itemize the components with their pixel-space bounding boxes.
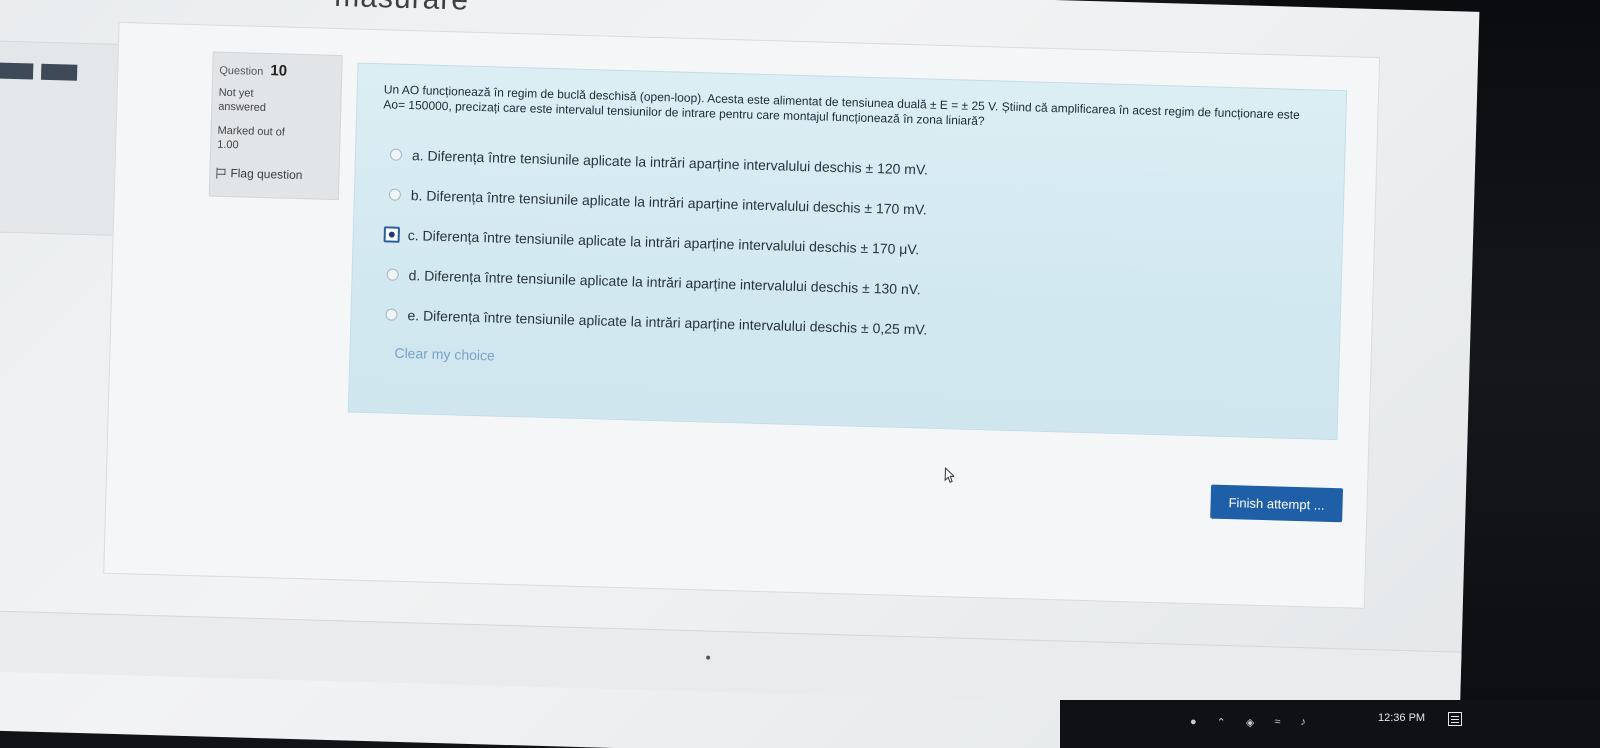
- page-title: măsurare: [334, 0, 470, 18]
- radio-button-selected[interactable]: [383, 226, 400, 243]
- question-grade: Marked out of 1.00: [217, 124, 334, 155]
- question-word: Question: [219, 64, 264, 78]
- page-footer: [0, 609, 1462, 713]
- taskbar-clock[interactable]: 12:36 PM: [1378, 712, 1425, 724]
- answer-label: a. Diferența între tensiunile aplicate l…: [411, 147, 929, 178]
- flag-icon: [216, 167, 226, 178]
- question-info-box: Question 10 Not yet answered Marked out …: [208, 51, 343, 201]
- radio-button[interactable]: [386, 268, 399, 281]
- flag-label: Flag question: [230, 166, 303, 183]
- answer-label: b. Diferența între tensiunile aplicate l…: [410, 187, 928, 218]
- finish-attempt-button[interactable]: Finish attempt ...: [1210, 484, 1344, 523]
- chevron-up-icon[interactable]: ⌃: [1217, 716, 1226, 729]
- notification-icon[interactable]: [1448, 712, 1462, 726]
- radio-button[interactable]: [388, 188, 402, 201]
- answer-label: c. Diferența între tensiunile aplicate l…: [407, 227, 920, 258]
- question-heading: Question 10: [219, 61, 335, 81]
- system-tray: ● ⌃ ◈ ≈ ♪: [1190, 716, 1306, 729]
- question-content: Un AO funcționează în regim de buclă des…: [347, 62, 1348, 441]
- volume-icon[interactable]: ♪: [1300, 716, 1306, 729]
- answer-list: a. Diferența între tensiunile aplicate l…: [383, 135, 1322, 361]
- answer-label: d. Diferența între tensiunile aplicate l…: [408, 267, 921, 298]
- radio-button[interactable]: [385, 308, 398, 321]
- taskbar: [1060, 700, 1600, 748]
- browser-screen: măsurare Question 10 Not yet answered Ma…: [0, 0, 1480, 748]
- network-icon[interactable]: ◈: [1246, 716, 1254, 729]
- flag-question-link[interactable]: Flag question: [216, 166, 332, 183]
- marked-value: 1.00: [217, 138, 239, 152]
- state-line-2: answered: [218, 100, 267, 115]
- nav-block[interactable]: [0, 62, 34, 80]
- mouse-cursor-icon: [944, 467, 955, 483]
- photo-stage: măsurare Question 10 Not yet answered Ma…: [0, 0, 1600, 748]
- people-icon[interactable]: ●: [1190, 716, 1197, 729]
- radio-button[interactable]: [389, 148, 403, 161]
- answer-label: e. Diferența între tensiunile aplicate l…: [407, 307, 928, 338]
- question-state: Not yet answered: [218, 86, 335, 117]
- wifi-icon[interactable]: ≈: [1274, 716, 1280, 729]
- question-text: Un AO funcționează în regim de buclă des…: [383, 82, 1300, 129]
- question-number: 10: [270, 62, 288, 80]
- quiz-navigation-blocks: [0, 62, 78, 81]
- nav-block[interactable]: [40, 63, 78, 81]
